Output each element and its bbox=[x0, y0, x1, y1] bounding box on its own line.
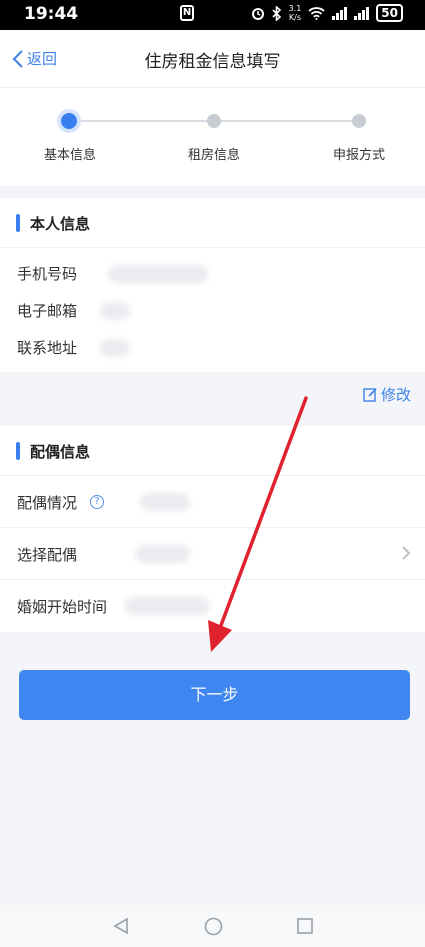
chevron-right-icon bbox=[402, 546, 411, 560]
signal-icon bbox=[332, 6, 348, 20]
personal-info-title: 本人信息 bbox=[30, 215, 91, 233]
step-dot-basic bbox=[61, 113, 77, 129]
signal-icon-2 bbox=[354, 6, 370, 20]
spouse-status-label: 配偶情况 bbox=[17, 494, 78, 512]
spouse-status-value-redacted bbox=[140, 493, 190, 511]
page-title: 住房租金信息填写 bbox=[144, 52, 281, 72]
step-label-declare: 申报方式 bbox=[332, 148, 385, 163]
marriage-date-value-redacted bbox=[125, 597, 210, 615]
system-nav-bar bbox=[0, 905, 425, 947]
section-marker bbox=[16, 442, 20, 460]
status-time: 19:44 bbox=[24, 4, 79, 24]
address-row: 联系地址 bbox=[0, 329, 425, 366]
nav-bar: 返回 住房租金信息填写 bbox=[0, 30, 425, 88]
net-speed-unit: K/s bbox=[288, 13, 301, 22]
edit-label: 修改 bbox=[380, 385, 411, 404]
spouse-status-row[interactable]: 配偶情况 ? bbox=[0, 476, 425, 528]
nfc-icon: N bbox=[180, 5, 194, 21]
step-dot-declare bbox=[352, 114, 366, 128]
alarm-icon bbox=[251, 8, 264, 20]
section-marker bbox=[16, 214, 20, 232]
email-label: 电子邮箱 bbox=[17, 302, 78, 320]
step-indicator: 基本信息 租房信息 申报方式 bbox=[0, 88, 425, 186]
select-spouse-label: 选择配偶 bbox=[17, 546, 78, 564]
net-speed: 3.1 K/s bbox=[289, 4, 302, 22]
step-connector bbox=[70, 120, 214, 122]
help-icon[interactable]: ? bbox=[90, 495, 104, 509]
spouse-info-card: 配偶信息 配偶情况 ? 选择配偶 婚姻开始时间 bbox=[0, 426, 425, 632]
home-circle-icon[interactable] bbox=[204, 917, 223, 936]
select-spouse-value-redacted bbox=[135, 545, 190, 563]
spouse-info-header: 配偶信息 bbox=[0, 426, 425, 476]
step-label-basic: 基本信息 bbox=[43, 148, 96, 163]
phone-value-redacted bbox=[108, 265, 208, 283]
step-label-rental: 租房信息 bbox=[187, 148, 240, 163]
back-triangle-icon[interactable] bbox=[112, 917, 130, 935]
next-step-button[interactable]: 下一步 bbox=[19, 670, 410, 720]
marriage-date-row[interactable]: 婚姻开始时间 bbox=[0, 580, 425, 632]
wifi-icon bbox=[308, 6, 325, 20]
phone-label: 手机号码 bbox=[17, 265, 78, 283]
address-label: 联系地址 bbox=[17, 339, 78, 357]
personal-info-card: 本人信息 手机号码 电子邮箱 联系地址 bbox=[0, 198, 425, 372]
status-icons: 3.1 K/s 50 bbox=[251, 4, 403, 22]
edit-button[interactable]: 修改 bbox=[363, 376, 411, 412]
battery-icon: 50 bbox=[376, 4, 403, 22]
bluetooth-icon bbox=[271, 5, 281, 21]
select-spouse-row[interactable]: 选择配偶 bbox=[0, 528, 425, 580]
spouse-info-title: 配偶信息 bbox=[30, 443, 91, 461]
personal-info-header: 本人信息 bbox=[0, 198, 425, 248]
net-speed-value: 3.1 bbox=[288, 4, 302, 13]
marriage-date-label: 婚姻开始时间 bbox=[17, 598, 108, 616]
recents-square-icon[interactable] bbox=[296, 917, 314, 935]
email-value-redacted bbox=[100, 302, 130, 320]
step-dot-rental bbox=[207, 114, 221, 128]
step-connector bbox=[214, 120, 359, 122]
phone-row: 手机号码 bbox=[0, 255, 425, 292]
edit-icon bbox=[363, 387, 377, 402]
status-bar: 19:44 N 3.1 K/s 50 bbox=[0, 0, 425, 30]
email-row: 电子邮箱 bbox=[0, 292, 425, 329]
address-value-redacted bbox=[100, 339, 130, 357]
